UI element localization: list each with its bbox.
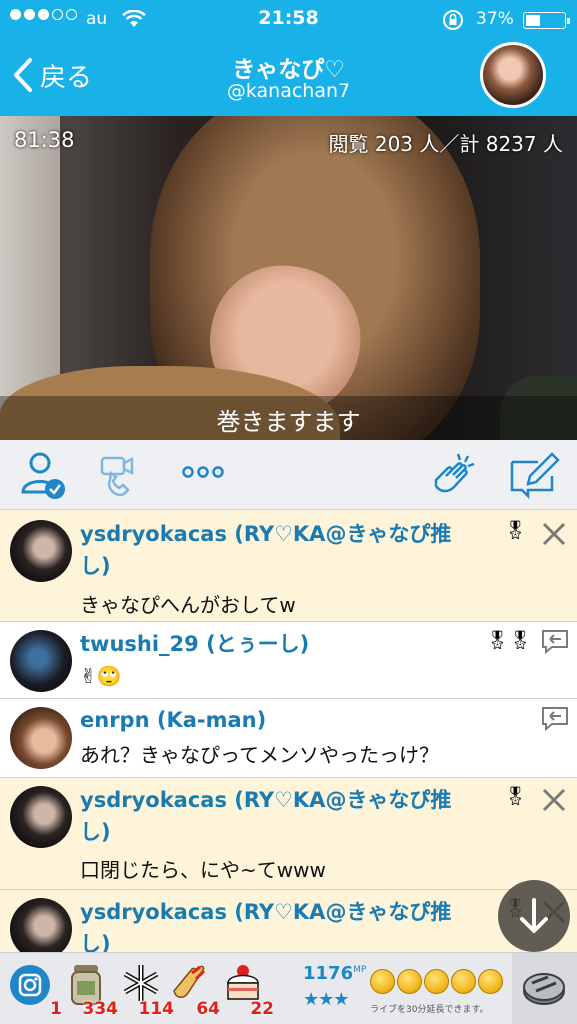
- coin-icon: [424, 969, 449, 994]
- video-call-icon[interactable]: [96, 450, 150, 500]
- clap-icon[interactable]: [428, 450, 480, 500]
- avatar[interactable]: [10, 630, 72, 692]
- mp-unit: MP: [353, 965, 367, 975]
- gift-jar[interactable]: 334: [62, 959, 118, 1019]
- gift-count: 334: [82, 999, 119, 1019]
- avatar[interactable]: [10, 520, 72, 582]
- comment-text: あれ？きゃなぴってメンソやったっけ？: [80, 743, 439, 767]
- gift-count: 64: [196, 999, 220, 1019]
- extend-button[interactable]: [512, 953, 577, 1024]
- comment-author[interactable]: ysdryokacas (RY♡KA@きゃなぴ推: [80, 518, 500, 551]
- comment-author[interactable]: ysdryokacas (RY♡KA@きゃなぴ推: [80, 896, 500, 929]
- live-video[interactable]: 81:38 閲覧 203 人／計 8237 人 巻きますます: [0, 116, 577, 440]
- gift-clap[interactable]: 64: [164, 959, 220, 1019]
- disc-icon: [523, 973, 565, 1005]
- comment-row: enrpn (Ka-man) あれ？きゃなぴってメンソやったっけ？: [0, 699, 577, 778]
- comment-row: ysdryokacas (RY♡KA@きゃなぴ推 し) 口閉じたら、にや~てww…: [0, 778, 577, 890]
- gift-count: 1: [50, 999, 62, 1019]
- comment-text: ✌🙄: [80, 664, 122, 688]
- close-icon[interactable]: [540, 520, 568, 548]
- comment-author[interactable]: twushi_29 (とぅーし): [80, 628, 500, 661]
- broadcaster-avatar[interactable]: [480, 42, 546, 108]
- battery-percent: 37%: [476, 9, 514, 29]
- comment-row: ysdryokacas (RY♡KA@きゃなぴ推 し) 🎖: [0, 890, 577, 952]
- coin-icon: [478, 969, 503, 994]
- comment-row: twushi_29 (とぅーし) ✌🙄 🎖🎖: [0, 622, 577, 699]
- snowflake-icon: [123, 965, 159, 1001]
- reply-icon[interactable]: [540, 705, 570, 731]
- compose-icon[interactable]: [508, 450, 560, 500]
- medal-icon: 🎖🎖: [486, 630, 532, 651]
- video-caption: 巻きますます: [216, 408, 361, 436]
- battery-icon: [523, 12, 570, 29]
- comment-text: 口閉じたら、にや~てwww: [80, 858, 326, 882]
- gift-count: 22: [250, 999, 274, 1019]
- star-rating: ★★★: [303, 989, 349, 1010]
- comment-author[interactable]: ysdryokacas (RY♡KA@きゃなぴ推: [80, 784, 500, 817]
- comment-author[interactable]: enrpn (Ka-man): [80, 704, 500, 737]
- gift-bar: 1 334 114 64 22 1176MP ★★★ ライブを30分延長できます…: [0, 952, 577, 1024]
- user-check-icon[interactable]: [20, 450, 68, 500]
- action-bar: [0, 440, 577, 510]
- gift-instagram[interactable]: 1: [6, 959, 62, 1019]
- avatar[interactable]: [10, 786, 72, 848]
- reply-icon[interactable]: [540, 628, 570, 654]
- comment-author-cont: し): [80, 554, 111, 578]
- viewer-count: 閲覧 203 人／計 8237 人: [328, 132, 563, 156]
- gift-cake[interactable]: 22: [218, 959, 274, 1019]
- instagram-icon: [10, 965, 50, 1005]
- close-icon[interactable]: [540, 786, 568, 814]
- coin-row[interactable]: [370, 969, 503, 994]
- comment-row: ysdryokacas (RY♡KA@きゃなぴ推 し) きゃなぴへんがおしてw …: [0, 510, 577, 622]
- comment-text: きゃなぴへんがおしてw: [80, 593, 296, 617]
- coin-icon: [451, 969, 476, 994]
- more-icon[interactable]: [182, 462, 224, 482]
- avatar[interactable]: [10, 898, 72, 952]
- rotation-lock-icon: [443, 10, 463, 30]
- medal-icon: 🎖: [504, 786, 527, 807]
- comment-author-cont: し): [80, 820, 111, 844]
- extend-live-text: ライブを30分延長できます。: [370, 1005, 489, 1015]
- comment-author-cont: し): [80, 932, 111, 952]
- scroll-down-button[interactable]: [498, 880, 570, 952]
- avatar[interactable]: [10, 707, 72, 769]
- coin-icon: [397, 969, 422, 994]
- mp-points: 1176MP: [303, 963, 366, 984]
- arrow-down-icon: [520, 898, 548, 933]
- status-bar: au 21:58 37%: [0, 0, 577, 38]
- coin-icon: [370, 969, 395, 994]
- comment-list[interactable]: ysdryokacas (RY♡KA@きゃなぴ推 し) きゃなぴへんがおしてw …: [0, 510, 577, 952]
- header-bar: au 21:58 37% 戻る きゃなぴ♡ @kanachan7: [0, 0, 577, 116]
- medal-icon: 🎖: [504, 520, 527, 541]
- elapsed-time: 81:38: [14, 128, 75, 152]
- mp-value: 1176: [303, 963, 354, 984]
